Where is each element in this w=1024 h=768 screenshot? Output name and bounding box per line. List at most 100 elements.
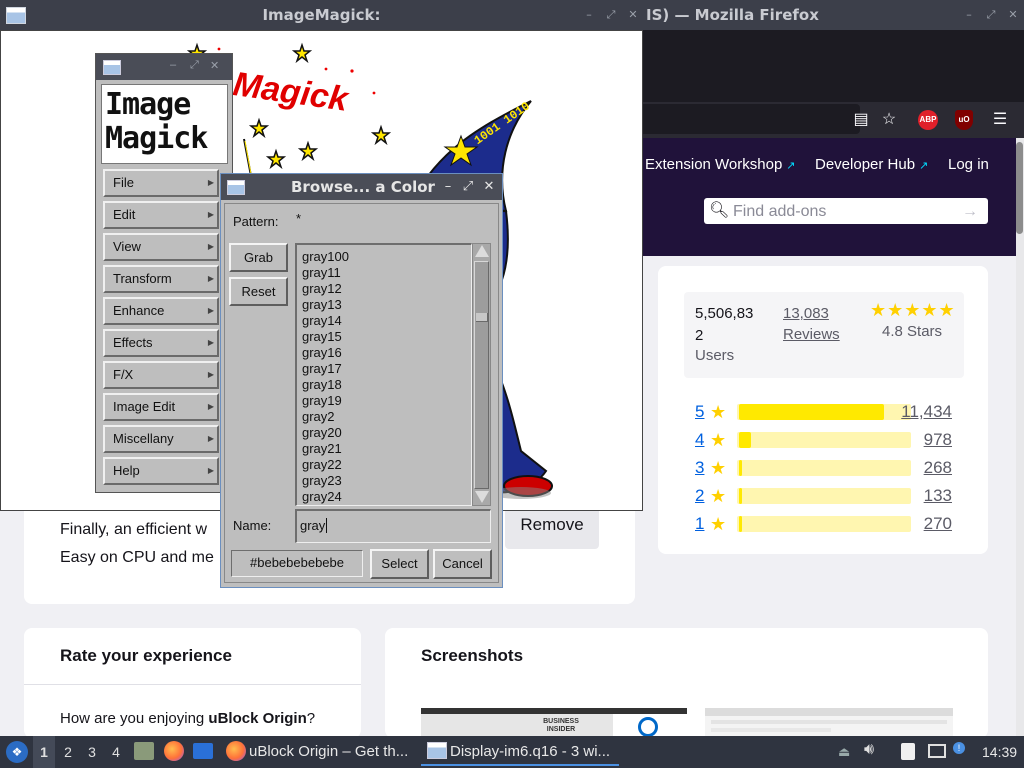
color-list-item[interactable]: gray14 <box>302 313 342 329</box>
reader-view-icon[interactable]: ▤ <box>851 110 871 130</box>
close-icon[interactable]: ✕ <box>482 179 496 195</box>
rating-bar-count-link[interactable]: 978 <box>924 430 952 450</box>
adblock-plus-icon[interactable]: ABP <box>918 110 938 130</box>
search-submit-icon[interactable]: → <box>962 202 978 222</box>
reviews-count-link[interactable]: 13,083 <box>783 305 829 322</box>
rating-bar-count-link[interactable]: 133 <box>924 486 952 506</box>
workspace-4[interactable]: 4 <box>105 736 127 768</box>
color-list-item[interactable]: gray16 <box>302 345 342 361</box>
cancel-button[interactable]: Cancel <box>433 549 492 579</box>
updates-icon[interactable]: ! <box>953 742 965 754</box>
rating-bar-count-link[interactable]: 268 <box>924 458 952 478</box>
rating-bar-count-link[interactable]: 11,434 <box>901 402 952 422</box>
developer-hub-link[interactable]: Developer Hub ↗ <box>815 156 928 175</box>
menu-item-effects[interactable]: Effects ▶ <box>103 329 219 357</box>
color-list-item[interactable]: gray23 <box>302 473 342 489</box>
firefox-launcher-icon[interactable] <box>164 741 184 761</box>
pattern-value[interactable]: * <box>296 211 301 226</box>
color-list-item[interactable]: gray21 <box>302 441 342 457</box>
rating-bar-track[interactable] <box>737 516 911 532</box>
color-value-field: #bebebebebebe <box>231 550 363 577</box>
file-manager-icon[interactable] <box>134 742 154 760</box>
volume-icon[interactable]: 🔊︎ <box>864 741 874 759</box>
reviews-label-link[interactable]: Reviews <box>783 326 840 343</box>
scroll-thumb[interactable] <box>474 261 489 489</box>
desktop-icon[interactable] <box>193 743 213 759</box>
minimize-icon[interactable]: – <box>170 59 176 71</box>
color-list-scrollbar[interactable] <box>472 243 491 506</box>
select-button[interactable]: Select <box>370 549 429 579</box>
rating-bar-stars-link[interactable]: 5 <box>695 402 704 422</box>
maximize-icon[interactable]: ⤢ <box>984 8 998 22</box>
color-list-item[interactable]: gray12 <box>302 281 342 297</box>
menu-item-enhance[interactable]: Enhance ▶ <box>103 297 219 325</box>
color-list-item[interactable]: gray24 <box>302 489 342 505</box>
ublock-origin-icon[interactable]: uO <box>955 110 973 130</box>
reset-button[interactable]: Reset <box>229 277 288 306</box>
menu-item-label: Edit <box>113 207 136 222</box>
minimize-icon[interactable]: – <box>441 179 455 195</box>
close-icon[interactable]: ✕ <box>210 59 219 72</box>
menu-item-miscellany[interactable]: Miscellany ▶ <box>103 425 219 453</box>
scroll-down-icon[interactable] <box>475 491 489 503</box>
description-text: Finally, an efficient w Easy on CPU and … <box>60 516 230 572</box>
color-list-item[interactable]: gray18 <box>302 377 342 393</box>
color-list-item[interactable]: gray22 <box>302 457 342 473</box>
maximize-icon[interactable]: ⤢ <box>604 8 618 22</box>
start-menu-icon[interactable]: ❖ <box>6 741 28 763</box>
color-list-item[interactable]: gray2 <box>302 409 335 425</box>
rating-bar-stars-link[interactable]: 1 <box>695 514 704 534</box>
workspace-2[interactable]: 2 <box>57 736 79 768</box>
color-list-item[interactable]: gray11 <box>302 265 341 281</box>
color-list-item[interactable]: gray17 <box>302 361 342 377</box>
minimize-icon[interactable]: – <box>582 8 596 22</box>
maximize-icon[interactable]: ⤢ <box>190 59 199 72</box>
task-display[interactable]: Display-im6.q16 - 3 wi... <box>450 736 610 768</box>
menu-item-view[interactable]: View ▶ <box>103 233 219 261</box>
menu-item-f-x[interactable]: F/X ▶ <box>103 361 219 389</box>
grab-button[interactable]: Grab <box>229 243 288 272</box>
remove-button[interactable]: Remove <box>505 505 599 549</box>
rating-bar-track[interactable] <box>737 460 911 476</box>
scrollbar-thumb[interactable] <box>1016 142 1023 234</box>
screenshot-thumbnail[interactable] <box>705 708 953 736</box>
color-list-item[interactable]: gray20 <box>302 425 342 441</box>
submenu-arrow-icon: ▶ <box>207 466 214 475</box>
rating-bar-track[interactable] <box>737 432 911 448</box>
menu-item-help[interactable]: Help ▶ <box>103 457 219 485</box>
rating-bar-stars-link[interactable]: 3 <box>695 458 704 478</box>
color-list-item[interactable]: gray13 <box>302 297 342 313</box>
close-icon[interactable]: ✕ <box>626 8 640 22</box>
name-input-value: gray <box>300 518 326 533</box>
menu-item-transform[interactable]: Transform ▶ <box>103 265 219 293</box>
color-list-item[interactable]: gray19 <box>302 393 342 409</box>
name-input[interactable]: gray​ <box>295 509 491 543</box>
tray-eject-icon[interactable]: ⏏ <box>838 744 850 760</box>
menu-item-file[interactable]: File ▶ <box>103 169 219 197</box>
users-count-wrap: 2 <box>695 327 704 344</box>
color-list[interactable]: gray100 gray11 gray12 gray13 gray14 gray15 gra… <box>295 243 472 506</box>
workspace-3[interactable]: 3 <box>81 736 103 768</box>
task-firefox[interactable]: uBlock Origin – Get th... <box>249 736 408 768</box>
clipboard-icon[interactable] <box>901 743 915 760</box>
extension-workshop-link[interactable]: Extension Workshop ↗ <box>645 156 796 175</box>
maximize-icon[interactable]: ⤢ <box>461 179 475 195</box>
color-list-item[interactable]: gray15 <box>302 329 342 345</box>
minimize-icon[interactable]: – <box>962 8 976 22</box>
menu-item-image-edit[interactable]: Image Edit ▶ <box>103 393 219 421</box>
rating-bar-count-link[interactable]: 270 <box>924 514 952 534</box>
network-icon[interactable] <box>928 744 946 758</box>
rating-bar-stars-link[interactable]: 4 <box>695 430 704 450</box>
menu-item-label: Miscellany <box>113 431 174 446</box>
bookmark-star-icon[interactable]: ☆ <box>879 110 899 130</box>
close-icon[interactable]: ✕ <box>1006 8 1020 22</box>
color-list-item[interactable]: gray100 <box>302 249 349 265</box>
login-link[interactable]: Log in <box>948 156 989 174</box>
rating-bar-track[interactable] <box>737 488 911 504</box>
screenshot-thumbnail[interactable]: BUSINESS INSIDER <box>421 708 687 736</box>
hamburger-menu-icon[interactable]: ☰ <box>990 110 1010 130</box>
scroll-up-icon[interactable] <box>475 245 489 257</box>
workspace-1[interactable]: 1 <box>33 736 55 768</box>
rating-bar-stars-link[interactable]: 2 <box>695 486 704 506</box>
menu-item-edit[interactable]: Edit ▶ <box>103 201 219 229</box>
